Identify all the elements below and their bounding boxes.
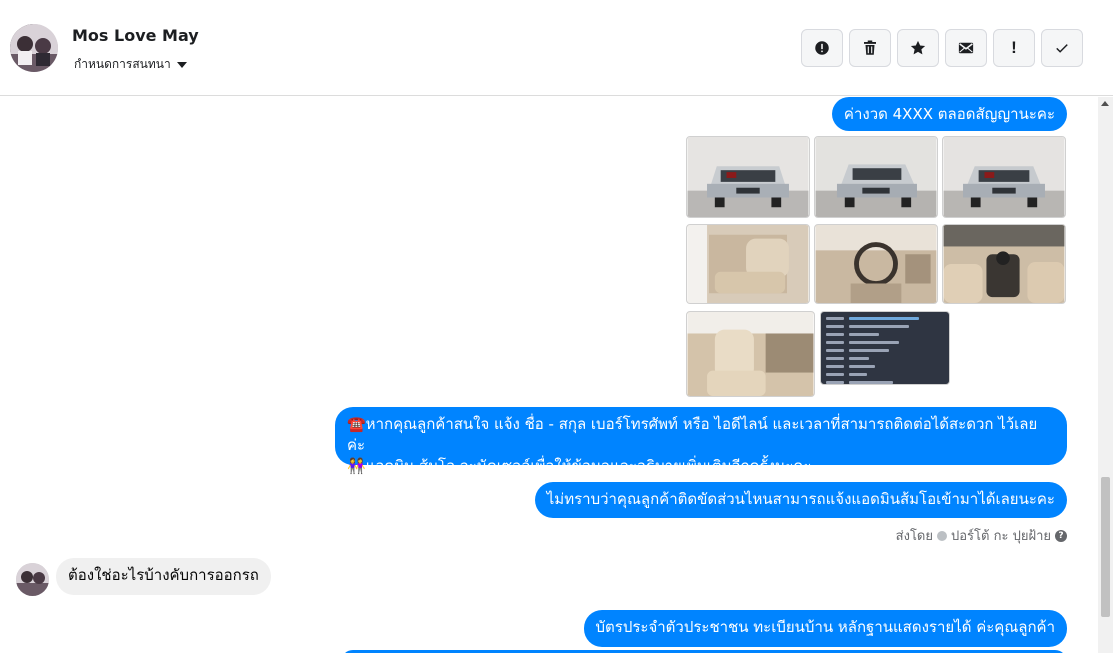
sent-by-prefix: ส่งโดย: [895, 529, 933, 544]
car-photo-front-straight[interactable]: [942, 136, 1066, 218]
car-photo-dashboard[interactable]: [814, 224, 938, 304]
mark-unread-button[interactable]: [945, 29, 987, 67]
alert-circle-icon: [815, 41, 829, 55]
mark-done-button[interactable]: [1041, 29, 1083, 67]
scrollbar-thumb[interactable]: [1101, 477, 1110, 617]
message-bubble-outgoing-contact: ☎️หากคุณลูกค้าสนใจ แจ้ง ชื่อ - สกุล เบอร…: [335, 407, 1067, 475]
thread-scrollbar[interactable]: [1098, 97, 1113, 653]
caret-down-icon: [176, 62, 187, 68]
car-photo-front[interactable]: [686, 136, 810, 218]
mark-spam-button[interactable]: [801, 29, 843, 67]
header-actions: !: [801, 29, 1083, 67]
contact-avatar-small: [16, 563, 49, 596]
car-photo-gear-shift[interactable]: [942, 224, 1066, 304]
trash-icon: [864, 40, 876, 55]
message-thread: ค่างวด 4XXX ตลอดสัญญานะคะ ☎️หากคุณลูกค้า…: [0, 97, 1098, 653]
help-icon[interactable]: ?: [1055, 529, 1067, 542]
follow-up-button[interactable]: !: [993, 29, 1035, 67]
sent-by-name: ปอร์โต้ กะ ปุยฝ้าย: [951, 529, 1051, 544]
car-photo-front-seat[interactable]: [686, 311, 815, 397]
star-icon: [910, 40, 926, 55]
conversation-header: Mos Love May กำหนดการสนทนา !: [0, 0, 1113, 96]
conversation-label-text: กำหนดการสนทนา: [74, 57, 171, 71]
message-bubble-incoming: ต้องใช่อะไรบ้างคับการออกรถ: [56, 558, 271, 595]
check-circle-icon: [937, 530, 947, 541]
contact-avatar[interactable]: [10, 24, 58, 72]
message-line-1: ☎️หากคุณลูกค้าสนใจ แจ้ง ชื่อ - สกุล เบอร…: [347, 415, 1038, 454]
message-bubble-outgoing: บัตรประจำตัวประชาชน ทะเบียนบ้าน หลักฐานแ…: [583, 610, 1067, 647]
message-line-2: 👭แอดมิน ส้มโอ จะนัดเซลล์เพื่อให้ข้อมูลแล…: [347, 457, 812, 475]
sent-by-indicator: ส่งโดย ปอร์โต้ กะ ปุยฝ้าย ?: [896, 525, 1067, 546]
star-button[interactable]: [897, 29, 939, 67]
delete-button[interactable]: [849, 29, 891, 67]
message-bubble-outgoing: ค่างวด 4XXX ตลอดสัญญานะคะ: [831, 97, 1067, 131]
conversation-label-dropdown[interactable]: กำหนดการสนทนา: [74, 55, 187, 74]
checkmark-icon: [1056, 44, 1068, 53]
car-spec-document[interactable]: [820, 311, 950, 385]
exclamation-icon: !: [1011, 38, 1017, 57]
mail-icon: [958, 42, 974, 54]
car-photo-rear-seat[interactable]: [686, 224, 810, 304]
message-bubble-outgoing: ไม่ทราบว่าคุณลูกค้าติดขัดส่วนไหนสามารถแจ…: [534, 482, 1067, 518]
scroll-up-icon[interactable]: [1101, 101, 1109, 106]
contact-name: Mos Love May: [72, 26, 199, 45]
car-photo-front-angle[interactable]: [814, 136, 938, 218]
